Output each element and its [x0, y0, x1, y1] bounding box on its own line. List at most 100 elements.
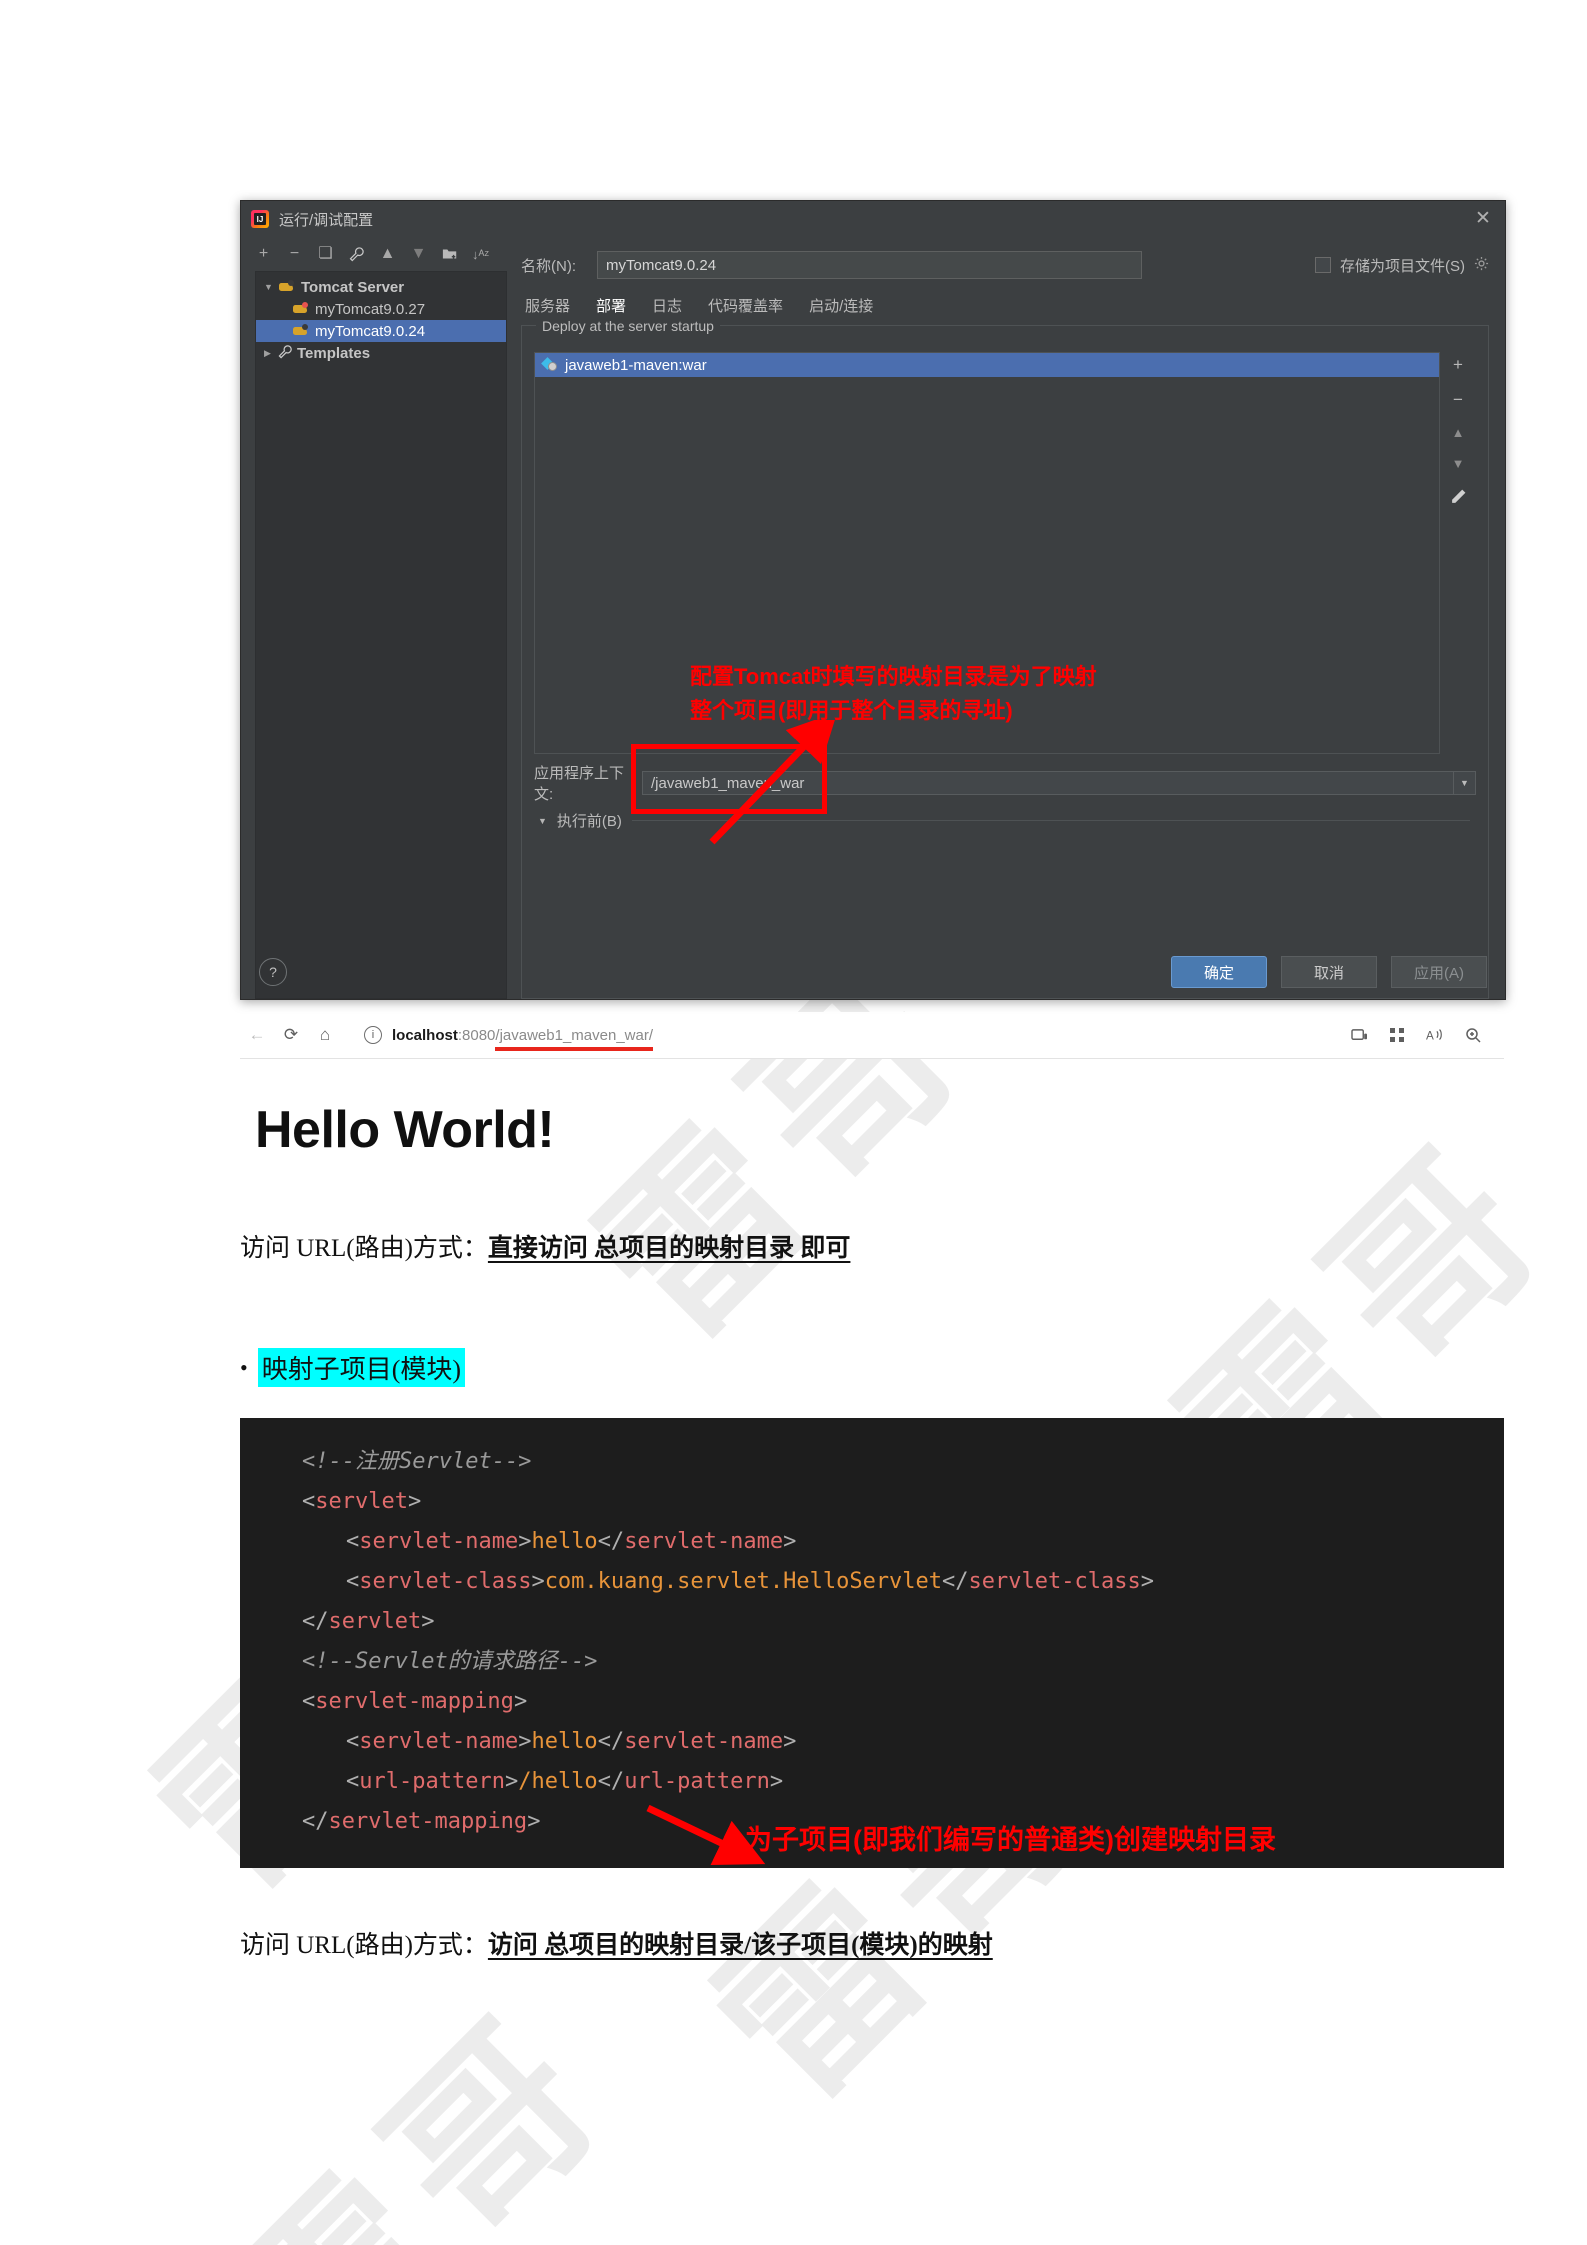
name-input[interactable]: myTomcat9.0.24 [597, 251, 1142, 279]
move-to-folder-icon[interactable] [441, 246, 458, 263]
browser-right-icons: A [1342, 1018, 1504, 1052]
tomcat-icon [292, 324, 310, 338]
code-token: < [302, 1489, 316, 1514]
code-token: url-pattern [624, 1769, 770, 1794]
svg-text:A: A [1426, 1030, 1434, 1043]
collections-icon[interactable] [1380, 1018, 1414, 1052]
dialog-titlebar: 运行/调试配置 ✕ [241, 201, 1505, 237]
code-token: servlet-name [624, 1529, 784, 1554]
tomcat-icon [292, 302, 310, 316]
para2-underlined: 访问 总项目的映射目录/该子项目(模块)的映射 [487, 1932, 993, 1959]
dialog-buttons: 确定 取消 应用(A) [1171, 956, 1487, 988]
site-info-icon[interactable]: i [364, 1026, 382, 1044]
before-launch-row[interactable]: ▼ 执行前(B) [522, 798, 1488, 831]
annotation-note-2: 为子项目(即我们编写的普通类)创建映射目录 [745, 1825, 1276, 1855]
arrow-up-icon[interactable]: ▲ [379, 246, 396, 263]
add-artifact-icon[interactable]: + [1453, 356, 1463, 373]
code-token: > [421, 1609, 435, 1634]
code-token: </ [302, 1809, 329, 1834]
ok-button[interactable]: 确定 [1171, 956, 1267, 988]
tree-item-mytomcat9027[interactable]: myTomcat9.0.27 [256, 298, 506, 320]
chevron-down-icon[interactable]: ▼ [538, 816, 547, 826]
para1-underlined: 直接访问 总项目的映射目录 即可 [487, 1235, 851, 1262]
tree-toolbar: + − ❏ ▲ ▼ ↓ᴬᶻ [241, 237, 521, 271]
divider [631, 820, 1470, 821]
code-token: <!--注册Servlet--> [302, 1449, 532, 1474]
list-item[interactable]: javaweb1-maven:war [535, 353, 1439, 377]
edit-artifact-icon[interactable] [1450, 488, 1467, 508]
wrench-icon [278, 344, 292, 362]
code-token: servlet [328, 1609, 422, 1634]
intellij-logo-icon [251, 210, 269, 228]
tree-item-mytomcat9024[interactable]: myTomcat9.0.24 [256, 320, 506, 342]
tree-item-label: Templates [297, 344, 371, 362]
code-token: /hello [518, 1769, 598, 1794]
code-line: <servlet-name>hello</servlet-name> [240, 1722, 1504, 1762]
code-token: hello [531, 1529, 598, 1554]
configuration-detail-pane: 名称(N): myTomcat9.0.24 存储为项目文件(S) 服务器 部署 … [521, 237, 1505, 999]
address-bar[interactable]: i localhost:8080/javaweb1_maven_war/ [350, 1020, 1342, 1050]
code-token: hello [531, 1729, 598, 1754]
home-icon[interactable]: ⌂ [308, 1018, 342, 1052]
application-context-input[interactable]: /javaweb1_maven_war [642, 771, 1454, 795]
code-token: </ [302, 1609, 329, 1634]
code-token: servlet-class [968, 1569, 1141, 1594]
cancel-button[interactable]: 取消 [1281, 956, 1377, 988]
zoom-icon[interactable] [1456, 1018, 1490, 1052]
code-line: <servlet-class>com.kuang.servlet.HelloSe… [240, 1562, 1504, 1602]
code-token: > [783, 1529, 797, 1554]
minus-icon[interactable]: − [286, 246, 303, 263]
code-token: > [504, 1769, 519, 1794]
copy-icon[interactable]: ❏ [317, 246, 334, 263]
bullet-icon: • [240, 1354, 248, 1380]
code-token: > [527, 1809, 541, 1834]
tab-startup-connection[interactable]: 启动/连接 [809, 295, 873, 325]
apply-button[interactable]: 应用(A) [1391, 956, 1487, 988]
tree-item-templates[interactable]: ▶ Templates [256, 342, 506, 364]
device-cast-icon[interactable] [1342, 1018, 1376, 1052]
artifact-label: javaweb1-maven:war [565, 356, 707, 374]
code-line: <!--注册Servlet--> [240, 1442, 1504, 1482]
store-as-project-file-row: 存储为项目文件(S) [1315, 255, 1489, 276]
store-as-project-file-checkbox[interactable] [1315, 257, 1331, 273]
chevron-down-icon[interactable]: ▼ [264, 282, 278, 292]
url-host: localhost [392, 1026, 458, 1044]
move-up-icon[interactable]: ▲ [1452, 426, 1465, 439]
code-token: </ [942, 1569, 969, 1594]
code-token: > [783, 1729, 797, 1754]
help-button[interactable]: ? [259, 958, 287, 986]
artifact-icon [543, 358, 558, 372]
configurations-tree[interactable]: ▼ Tomcat Server myTomcat9.0.27 myTomcat9… [255, 271, 507, 999]
code-token: > [407, 1489, 422, 1514]
wrench-icon[interactable] [348, 246, 365, 263]
plus-icon[interactable]: + [255, 246, 272, 263]
chevron-right-icon[interactable]: ▶ [264, 348, 278, 359]
code-line: <servlet-mapping> [240, 1682, 1504, 1722]
dialog-title: 运行/调试配置 [279, 211, 374, 229]
code-token: servlet-class [359, 1569, 532, 1594]
move-down-icon[interactable]: ▼ [1452, 457, 1465, 470]
gear-icon[interactable] [1474, 256, 1489, 275]
code-token: servlet [315, 1489, 408, 1514]
code-token: < [346, 1769, 360, 1794]
back-icon[interactable]: ← [240, 1018, 274, 1052]
code-token: > [513, 1689, 528, 1714]
code-line: <servlet-name>hello</servlet-name> [240, 1522, 1504, 1562]
before-launch-label: 执行前(B) [556, 813, 622, 830]
code-token: > [518, 1529, 532, 1554]
browser-toolbar: ← ⟳ ⌂ i localhost:8080/javaweb1_maven_wa… [240, 1012, 1504, 1059]
close-icon[interactable]: ✕ [1473, 209, 1493, 229]
arrow-down-icon[interactable]: ▼ [410, 246, 427, 263]
read-aloud-icon[interactable]: A [1418, 1018, 1452, 1052]
code-token: < [346, 1529, 360, 1554]
run-debug-configurations-dialog: 运行/调试配置 ✕ + − ❏ ▲ ▼ ↓ᴬᶻ ▼ [240, 200, 1506, 1000]
dialog-footer: ? 确定 取消 应用(A) [241, 945, 1505, 999]
reload-icon[interactable]: ⟳ [274, 1018, 308, 1052]
tree-item-tomcat-server[interactable]: ▼ Tomcat Server [256, 276, 506, 298]
chevron-down-icon[interactable]: ▼ [1454, 771, 1476, 795]
remove-artifact-icon[interactable]: − [1453, 391, 1463, 408]
code-token: </ [597, 1769, 625, 1794]
para1-prefix: 访问 URL(路由)方式： [240, 1235, 488, 1262]
code-line: <servlet> [240, 1482, 1504, 1522]
sort-alpha-icon[interactable]: ↓ᴬᶻ [472, 246, 489, 263]
